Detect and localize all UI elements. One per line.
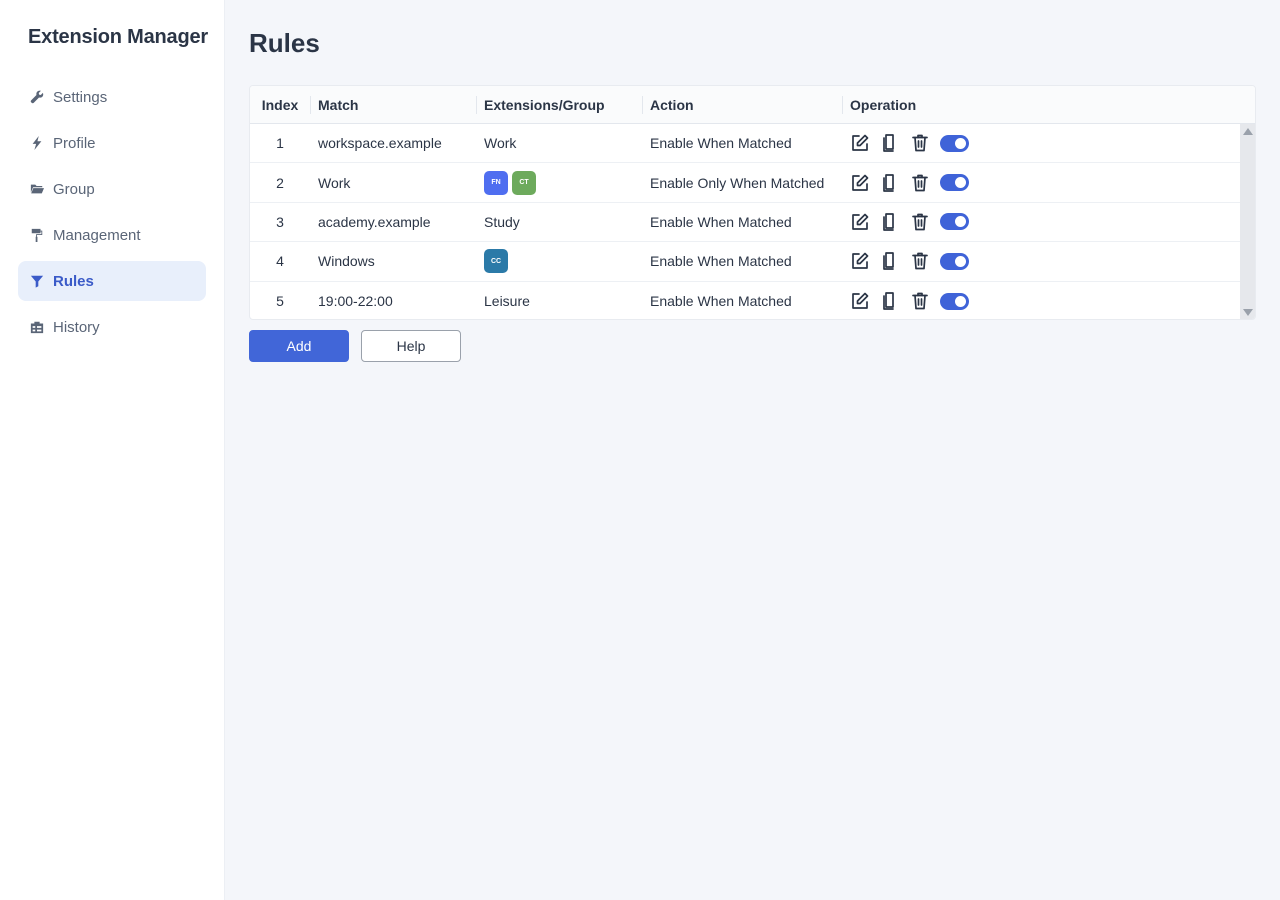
paint-roller-icon (30, 228, 44, 242)
wrench-icon (30, 90, 44, 104)
cell-match: workspace.example (318, 135, 442, 152)
group-name: Work (484, 135, 517, 152)
scroll-up-arrow-icon[interactable] (1243, 128, 1253, 135)
cell-index: 1 (276, 135, 284, 152)
cell-index: 4 (276, 253, 284, 270)
column-header-action: Action (642, 86, 842, 124)
extension-badge[interactable]: FN (484, 170, 508, 195)
cell-operation (842, 163, 1240, 201)
table-scrollbar[interactable] (1240, 124, 1255, 319)
table-row: 2 Work FN CT Enable Only When Matched (250, 163, 1255, 203)
column-header-operation: Operation (842, 86, 1240, 124)
folder-icon (30, 182, 44, 196)
column-header-match: Match (310, 86, 476, 124)
toggle-knob (955, 216, 966, 228)
extension-badge[interactable]: CC (484, 249, 508, 274)
app-title: Extension Manager (28, 26, 208, 48)
rule-enabled-toggle[interactable] (940, 252, 969, 270)
edit-icon[interactable] (850, 251, 870, 271)
filter-icon (30, 274, 44, 288)
cell-match: academy.example (318, 213, 431, 230)
edit-icon[interactable] (850, 173, 870, 193)
delete-icon[interactable] (910, 212, 930, 232)
cell-extensions: Study (476, 203, 642, 241)
cell-action: Enable When Matched (650, 293, 792, 310)
table-header: Index Match Extensions/Group Action Oper… (250, 86, 1255, 124)
sidebar-item-label: Group (53, 180, 95, 198)
add-button[interactable]: Add (249, 330, 349, 362)
cell-action: Enable When Matched (650, 213, 792, 230)
bolt-icon (30, 136, 44, 150)
sidebar-item-settings[interactable]: Settings (18, 77, 206, 117)
cell-extensions: Leisure (476, 282, 642, 319)
edit-icon[interactable] (850, 291, 870, 311)
delete-icon[interactable] (910, 173, 930, 193)
cell-match: Windows (318, 253, 375, 270)
cell-action: Enable When Matched (650, 135, 792, 152)
toggle-knob (955, 295, 966, 307)
help-button[interactable]: Help (361, 330, 461, 362)
sidebar-item-rules[interactable]: Rules (18, 261, 206, 301)
cell-index: 3 (276, 213, 284, 230)
rule-enabled-toggle[interactable] (940, 134, 969, 152)
copy-icon[interactable] (880, 291, 900, 311)
cell-operation (842, 203, 1240, 241)
delete-icon[interactable] (910, 291, 930, 311)
sidebar-item-management[interactable]: Management (18, 215, 206, 255)
cell-match: 19:00-22:00 (318, 293, 393, 310)
sidebar-nav: Settings Profile Group Management Rules (18, 77, 206, 353)
toggle-knob (955, 137, 966, 149)
cell-index: 5 (276, 293, 284, 310)
table-row: 1 workspace.example Work Enable When Matche… (250, 124, 1255, 164)
cell-match: Work (318, 174, 351, 191)
edit-icon[interactable] (850, 212, 870, 232)
column-header-index: Index (261, 96, 299, 113)
cell-operation (842, 282, 1240, 319)
copy-icon[interactable] (880, 212, 900, 232)
edit-icon[interactable] (850, 133, 870, 153)
sidebar-item-label: Profile (53, 134, 96, 152)
rules-table: Index Match Extensions/Group Action Oper… (249, 85, 1256, 320)
cell-action: Enable Only When Matched (650, 174, 825, 191)
delete-icon[interactable] (910, 133, 930, 153)
cell-extensions: Work (476, 124, 642, 162)
cell-index: 2 (276, 174, 284, 191)
extension-badge[interactable]: CT (512, 170, 536, 195)
group-name: Study (484, 213, 520, 230)
cell-extensions: CC (476, 242, 642, 280)
cell-extensions: FN CT (476, 163, 642, 201)
rule-enabled-toggle[interactable] (940, 213, 969, 231)
sidebar-item-label: History (53, 318, 100, 336)
history-icon (30, 320, 44, 334)
table-row: 5 19:00-22:00 Leisure Enable When Matched (250, 282, 1255, 319)
group-name: Leisure (484, 293, 530, 310)
sidebar-item-label: Management (53, 226, 141, 244)
sidebar: Extension Manager Settings Profile Group… (0, 0, 225, 900)
delete-icon[interactable] (910, 251, 930, 271)
sidebar-item-history[interactable]: History (18, 307, 206, 347)
copy-icon[interactable] (880, 133, 900, 153)
sidebar-item-profile[interactable]: Profile (18, 123, 206, 163)
rule-enabled-toggle[interactable] (940, 174, 969, 192)
scroll-down-arrow-icon[interactable] (1243, 309, 1253, 316)
column-header-extensions: Extensions/Group (476, 86, 642, 124)
cell-operation (842, 242, 1240, 280)
sidebar-item-label: Settings (53, 88, 108, 106)
cell-operation (842, 124, 1240, 162)
sidebar-item-group[interactable]: Group (18, 169, 206, 209)
sidebar-item-label: Rules (53, 272, 94, 290)
copy-icon[interactable] (880, 173, 900, 193)
table-row: 3 academy.example Study Enable When Matched (250, 203, 1255, 243)
cell-action: Enable When Matched (650, 253, 792, 270)
rule-enabled-toggle[interactable] (940, 292, 969, 310)
table-body: 1 workspace.example Work Enable When Matche… (250, 124, 1255, 319)
table-row: 4 Windows CC Enable When Matched (250, 242, 1255, 282)
page-title: Rules (249, 28, 320, 58)
main-content: Rules Index Match Extensions/Group Actio… (225, 0, 1280, 900)
copy-icon[interactable] (880, 251, 900, 271)
toggle-knob (955, 255, 966, 267)
toggle-knob (955, 177, 966, 189)
